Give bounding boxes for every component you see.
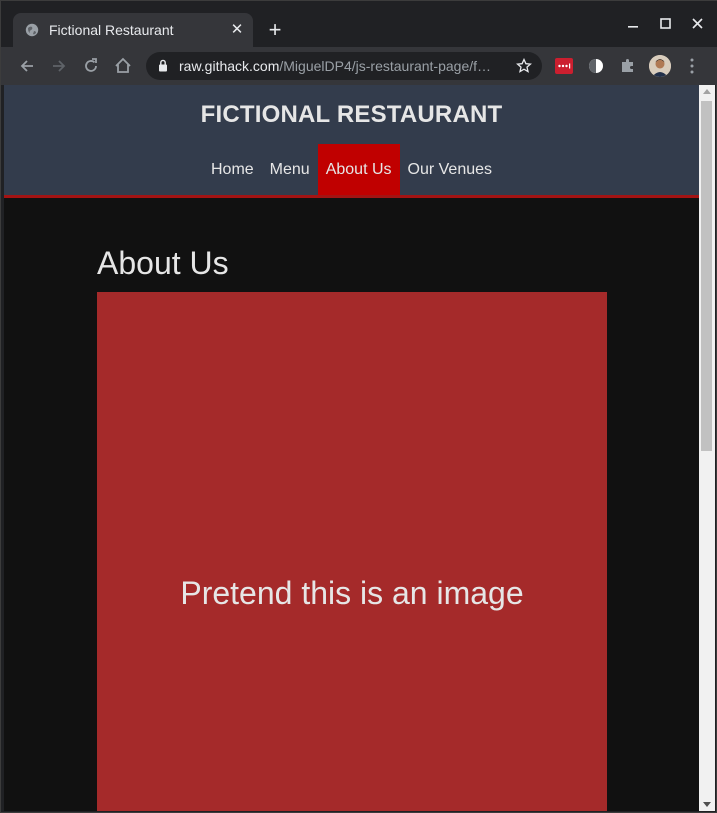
scroll-thumb[interactable] <box>701 101 712 451</box>
url-host: raw.githack.com <box>179 58 280 74</box>
maximize-icon[interactable] <box>656 14 676 34</box>
reload-icon[interactable] <box>81 56 101 76</box>
back-icon[interactable] <box>17 56 37 76</box>
tab-title: Fictional Restaurant <box>49 22 174 38</box>
image-placeholder-text: Pretend this is an image <box>180 575 524 611</box>
site-title: FICTIONAL RESTAURANT <box>200 101 503 128</box>
url-path: /MiguelDP4/js-restaurant-page/f… <box>279 58 492 74</box>
address-bar[interactable]: raw.githack.com/MiguelDP4/js-restaurant-… <box>146 52 542 80</box>
globe-icon <box>25 23 39 37</box>
browser-toolbar: raw.githack.com/MiguelDP4/js-restaurant-… <box>1 47 717 85</box>
dark-mode-icon[interactable] <box>586 56 606 76</box>
close-window-icon[interactable] <box>688 14 708 34</box>
site-header: FICTIONAL RESTAURANT Home Menu About Us … <box>4 85 699 198</box>
page-heading: About Us <box>97 245 229 281</box>
plus-icon[interactable]: + <box>263 19 287 43</box>
kebab-menu-icon[interactable] <box>685 56 699 76</box>
avatar-image <box>649 55 671 77</box>
puzzle-icon[interactable] <box>618 56 638 76</box>
nav-menu[interactable]: Menu <box>262 144 318 195</box>
image-placeholder: Pretend this is an image <box>97 292 607 811</box>
forward-icon[interactable] <box>49 56 69 76</box>
star-icon[interactable] <box>516 58 532 74</box>
lastpass-icon[interactable] <box>554 56 574 76</box>
nav-our-venues[interactable]: Our Venues <box>400 144 501 195</box>
lock-icon[interactable] <box>158 59 168 72</box>
home-icon[interactable] <box>113 56 133 76</box>
scroll-down-arrow[interactable] <box>703 802 711 807</box>
scroll-up-arrow[interactable] <box>703 89 711 94</box>
browser-window: Fictional Restaurant ✕ + raw.githack.com… <box>0 0 717 813</box>
page-viewport: FICTIONAL RESTAURANT Home Menu About Us … <box>4 85 699 811</box>
browser-tab[interactable]: Fictional Restaurant ✕ <box>13 13 253 47</box>
url-text[interactable]: raw.githack.com/MiguelDP4/js-restaurant-… <box>179 58 504 74</box>
nav-home[interactable]: Home <box>203 144 262 195</box>
minimize-icon[interactable] <box>623 14 643 34</box>
vertical-scrollbar[interactable] <box>699 85 715 811</box>
avatar[interactable] <box>649 55 671 77</box>
site-nav: Home Menu About Us Our Venues <box>4 144 699 195</box>
close-icon[interactable]: ✕ <box>229 22 245 38</box>
tab-strip: Fictional Restaurant ✕ + <box>1 1 717 47</box>
nav-about-us[interactable]: About Us <box>317 144 400 195</box>
